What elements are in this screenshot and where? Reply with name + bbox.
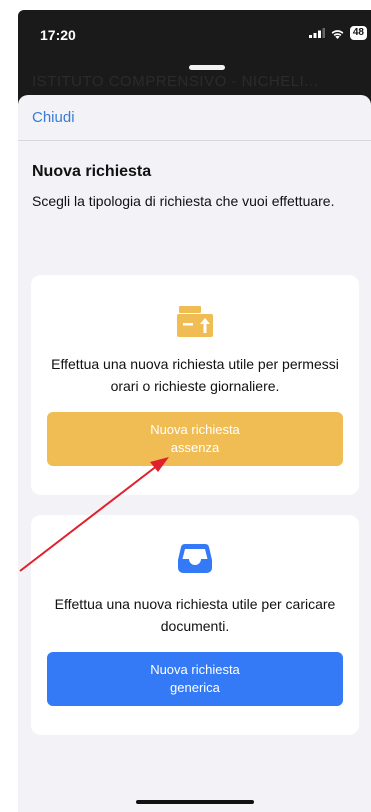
new-absence-request-button[interactable]: Nuova richiesta assenza <box>47 412 343 466</box>
boxes-upload-icon <box>177 306 213 337</box>
phone-screen: 17:20 48 ISTITUTO COMPRENSIVO - NICHELI.… <box>18 10 371 812</box>
sheet-grabber-handle[interactable] <box>189 65 225 70</box>
background-school-title: ISTITUTO COMPRENSIVO - NICHELI... <box>32 73 319 90</box>
sheet-subtitle: Scegli la tipologia di richiesta che vuo… <box>32 193 335 209</box>
sheet-title: Nuova richiesta <box>32 163 152 180</box>
new-generic-request-button[interactable]: Nuova richiesta generica <box>47 652 343 706</box>
inbox-tray-icon <box>178 543 212 573</box>
status-bar: 17:20 48 <box>18 10 371 60</box>
generic-request-card: Effettua una nuova richiesta utile per c… <box>31 515 359 735</box>
header-divider <box>18 140 371 141</box>
battery-indicator: 48 <box>349 26 367 40</box>
generic-card-description: Effettua una nuova richiesta utile per c… <box>54 596 336 634</box>
absence-card-description: Effettua una nuova richiesta utile per p… <box>51 356 339 394</box>
home-indicator <box>136 800 254 804</box>
wifi-icon <box>331 29 344 39</box>
close-button[interactable]: Chiudi <box>32 109 75 126</box>
status-time: 17:20 <box>40 27 76 43</box>
absence-button-line1: Nuova richiesta <box>150 422 240 437</box>
request-sheet: Chiudi Nuova richiesta Scegli la tipolog… <box>18 95 371 812</box>
cellular-signal-icon <box>308 28 325 38</box>
absence-button-line2: assenza <box>170 440 220 455</box>
generic-button-line1: Nuova richiesta <box>150 662 240 677</box>
absence-request-card: Effettua una nuova richiesta utile per p… <box>31 275 359 495</box>
status-icons: 48 <box>308 26 367 40</box>
generic-button-line2: generica <box>170 680 220 695</box>
screenshot-frame: 17:20 48 ISTITUTO COMPRENSIVO - NICHELI.… <box>0 0 371 812</box>
